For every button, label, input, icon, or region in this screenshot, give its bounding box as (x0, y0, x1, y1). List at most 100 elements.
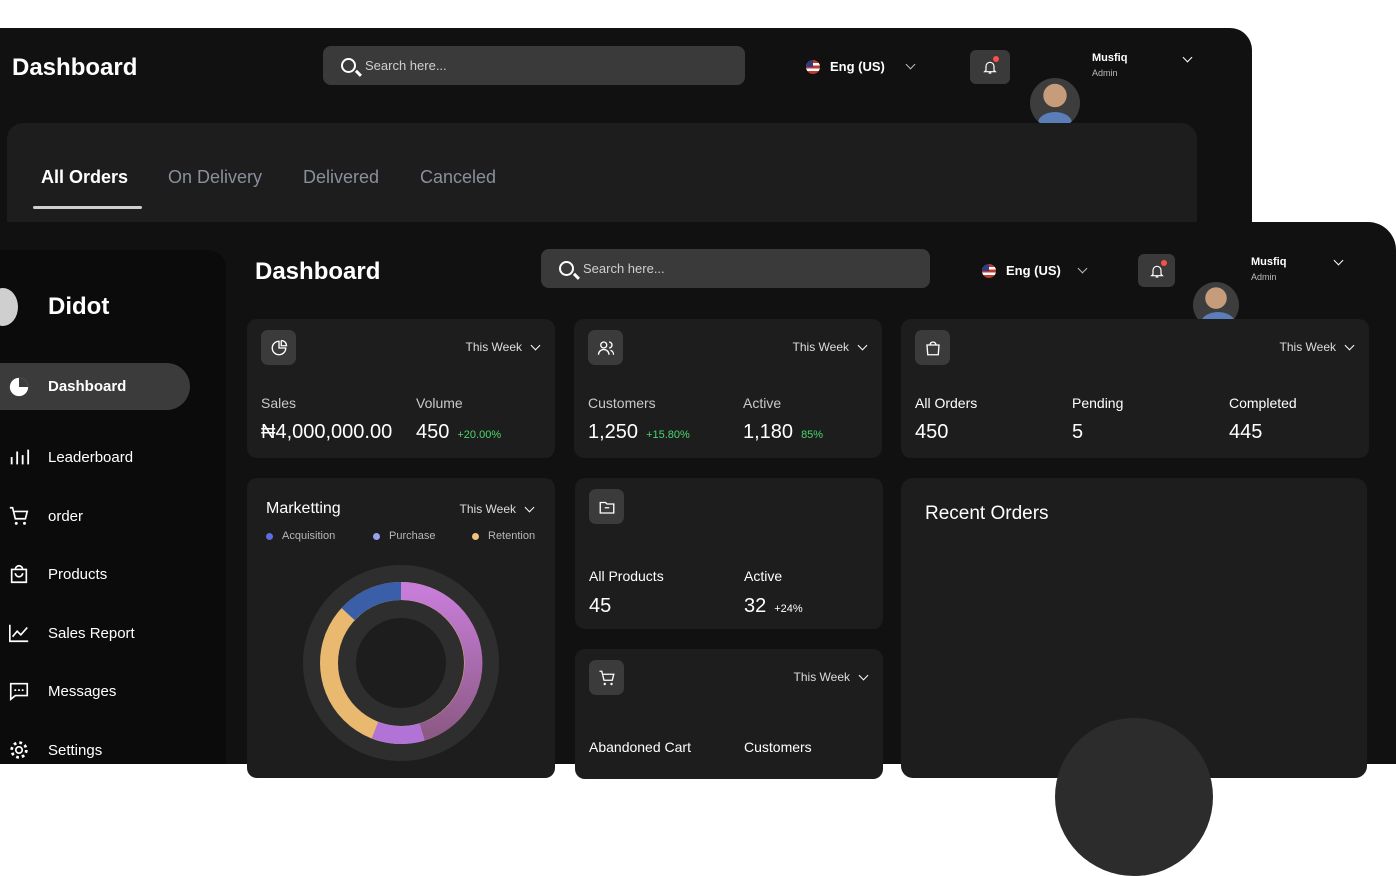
search-icon (341, 58, 356, 73)
tab-on-delivery[interactable]: On Delivery (168, 167, 262, 188)
legend-retention: Retention (472, 530, 535, 542)
search-input[interactable] (365, 58, 689, 73)
period-label: This Week (792, 340, 849, 354)
gear-icon (8, 739, 30, 761)
legend-swatch (266, 532, 273, 540)
period-dropdown[interactable]: This Week (1279, 340, 1355, 354)
user-info: Musfiq Admin (1251, 256, 1286, 282)
shopping-bag-icon (8, 563, 30, 585)
user-info: Musfiq Admin (1092, 52, 1127, 78)
message-icon (8, 680, 30, 702)
tab-canceled[interactable]: Canceled (420, 167, 496, 188)
language-selector[interactable]: Eng (US) (806, 59, 916, 74)
notification-button[interactable] (1138, 254, 1175, 287)
sidebar-item-label: order (48, 507, 84, 525)
user-name: Musfiq (1251, 256, 1287, 268)
period-dropdown[interactable]: This Week (792, 340, 868, 354)
notification-button[interactable] (970, 50, 1010, 84)
sidebar-item-dashboard[interactable]: Dashboard (0, 363, 190, 410)
user-menu-chevron-icon[interactable] (1333, 255, 1344, 266)
donut-segment-purchase-lower (371, 721, 425, 745)
sidebar-item-label: Sales Report (48, 624, 135, 642)
donut-hole (356, 618, 446, 708)
pie-chart-icon (8, 376, 30, 398)
sidebar-item-products[interactable]: Products (8, 563, 107, 585)
orders-panel: All Orders On Delivery Delivered Cancele… (7, 123, 1197, 233)
active-tab-indicator (33, 206, 142, 209)
volume-value: 450 (416, 421, 450, 443)
sidebar-item-settings[interactable]: Settings (8, 739, 102, 761)
avatar[interactable] (1030, 78, 1080, 128)
folder-icon (589, 489, 624, 524)
shopping-bag-icon (915, 330, 950, 365)
us-flag-icon (982, 263, 996, 278)
bar-chart-icon (8, 446, 30, 468)
sidebar-item-label: Dashboard (48, 378, 127, 395)
abandoned-customers-label: Customers (744, 739, 812, 755)
search-icon (559, 261, 574, 276)
page-title: Dashboard (255, 258, 381, 285)
legend-label: Purchase (389, 530, 436, 542)
abandoned-cart-label: Abandoned Cart (589, 739, 691, 755)
sales-label: Sales (261, 395, 297, 411)
language-label: Eng (US) (1006, 263, 1061, 278)
line-chart-icon (8, 622, 30, 644)
sidebar-item-label: Leaderboard (48, 448, 134, 466)
sidebar-item-label: Settings (48, 741, 103, 759)
pending-value: 5 (1072, 421, 1084, 443)
users-icon (588, 330, 623, 365)
recent-orders-card: Recent Orders (901, 478, 1367, 876)
products-card: All Products 45 Active 32 +24% (575, 478, 883, 629)
user-menu-chevron-icon[interactable] (1182, 52, 1193, 63)
cart-icon (8, 505, 30, 527)
language-selector[interactable]: Eng (US) (982, 263, 1088, 278)
active-products-value: 32 (744, 595, 767, 617)
customers-label: Customers (588, 395, 656, 411)
legend-acquisition: Acquisition (266, 530, 335, 542)
volume-label: Volume (416, 395, 463, 411)
legend-purchase: Purchase (373, 530, 435, 542)
period-label: This Week (465, 340, 522, 354)
period-dropdown[interactable]: This Week (794, 670, 869, 684)
completed-label: Completed (1229, 395, 1297, 411)
legend-label: Retention (488, 530, 536, 542)
active-label: Active (743, 395, 782, 411)
sidebar: Didot Dashboard Leaderboard order Produc… (0, 250, 226, 764)
tab-all-orders[interactable]: All Orders (41, 167, 128, 188)
period-label: This Week (1279, 340, 1336, 354)
us-flag-icon (806, 59, 820, 74)
search-bar[interactable] (323, 46, 745, 85)
search-bar[interactable] (541, 249, 930, 288)
all-orders-label: All Orders (915, 395, 978, 411)
tab-delivered[interactable]: Delivered (303, 167, 379, 188)
search-input[interactable] (583, 261, 880, 276)
sidebar-item-messages[interactable]: Messages (8, 680, 116, 702)
marketing-card: Marketting This Week Acquisition Purchas… (247, 478, 555, 778)
notification-dot (1161, 260, 1167, 266)
recent-orders-title: Recent Orders (925, 503, 1049, 524)
period-dropdown[interactable]: This Week (465, 340, 541, 354)
user-role: Admin (1251, 272, 1277, 282)
pending-label: Pending (1072, 395, 1124, 411)
chevron-down-icon (1344, 340, 1355, 350)
recent-orders-chart-placeholder (1055, 718, 1213, 876)
marketing-title: Marketting (266, 500, 341, 517)
language-label: Eng (US) (830, 59, 885, 74)
chevron-down-icon (857, 340, 868, 350)
sidebar-item-sales-report[interactable]: Sales Report (8, 622, 135, 644)
back-dashboard-window: Dashboard Eng (US) Musfiq Admin All Orde… (0, 28, 1252, 233)
active-change: 85% (801, 429, 824, 441)
sidebar-item-label: Messages (48, 682, 117, 700)
all-products-value: 45 (589, 595, 612, 617)
period-dropdown[interactable]: This Week (460, 502, 535, 516)
brand-logo-icon (0, 288, 18, 326)
sidebar-item-leaderboard[interactable]: Leaderboard (8, 446, 133, 468)
sidebar-item-order[interactable]: order (8, 505, 83, 527)
orders-card: This Week All Orders 450 Pending 5 Compl… (901, 319, 1369, 458)
all-orders-value: 450 (915, 421, 949, 443)
active-value: 1,180 (743, 421, 794, 443)
legend-swatch (373, 532, 380, 540)
active-products-change: +24% (774, 603, 803, 615)
active-products-stat: 32 +24% (744, 595, 803, 618)
chevron-down-icon (905, 59, 916, 70)
